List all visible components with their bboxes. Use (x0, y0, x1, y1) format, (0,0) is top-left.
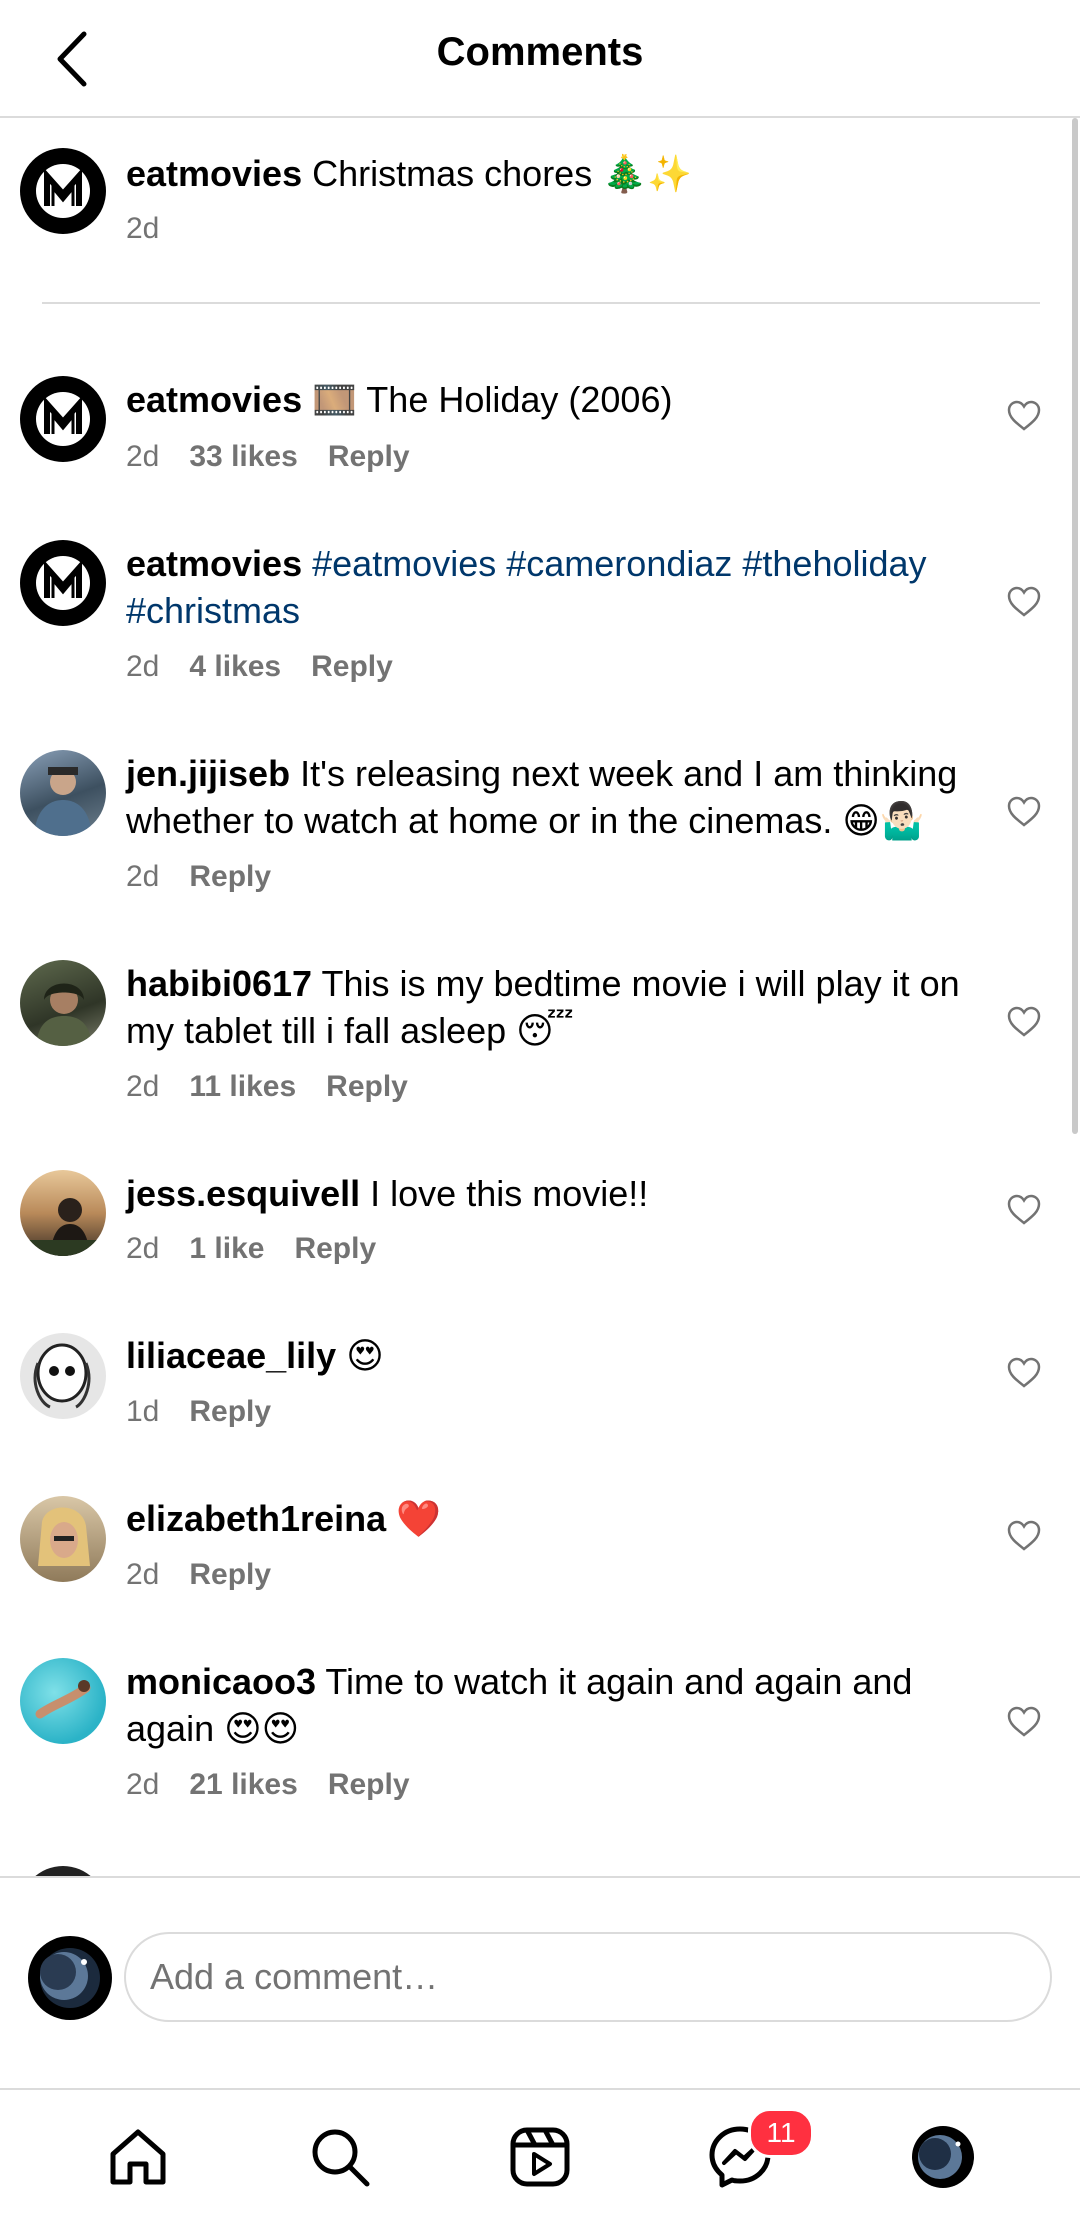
username[interactable]: habibi0617 (126, 963, 312, 1004)
timestamp: 2d (126, 212, 160, 245)
username[interactable]: liliaceae_lily (126, 1335, 336, 1376)
comment-meta: 2d (126, 212, 189, 246)
heart-icon[interactable] (1007, 400, 1041, 432)
avatar[interactable] (20, 1333, 106, 1419)
likes-count[interactable]: 33 likes (189, 440, 297, 473)
username[interactable]: eatmovies (126, 379, 302, 420)
username[interactable]: jen.jijiseb (126, 753, 290, 794)
current-user-avatar[interactable] (28, 1936, 112, 2020)
reply-button[interactable]: Reply (294, 1232, 376, 1265)
comment-text: jen.jijiseb It's releasing next week and… (126, 750, 976, 844)
heart-icon[interactable] (1007, 796, 1041, 828)
avatar[interactable] (20, 1496, 106, 1582)
comment-meta: 2d 11 likes Reply (126, 1070, 438, 1104)
timestamp: 2d (126, 1070, 160, 1103)
timestamp: 2d (126, 440, 160, 473)
username[interactable]: eatmovies (126, 543, 302, 584)
reply-button[interactable]: Reply (189, 1558, 271, 1591)
comment-text: monicaoo3 Time to watch it again and aga… (126, 1658, 976, 1752)
bottom-navigation (0, 2088, 1080, 2220)
comment-body: Christmas chores 🎄✨ (312, 153, 692, 194)
comment-text: elizabeth1reina ❤️ (126, 1495, 976, 1542)
avatar[interactable] (20, 1658, 106, 1744)
comment-text: habibi0617 This is my bedtime movie i wi… (126, 960, 976, 1054)
comment-meta: 2d 21 likes Reply (126, 1768, 440, 1802)
hashtag-link[interactable]: #theholiday (742, 543, 926, 584)
heart-icon[interactable] (1007, 586, 1041, 618)
username[interactable]: eatmovies (126, 153, 302, 194)
timestamp: 2d (126, 1768, 160, 1801)
scrollbar[interactable] (1072, 118, 1078, 1134)
timestamp: 2d (126, 860, 160, 893)
heart-icon[interactable] (1007, 1520, 1041, 1552)
avatar[interactable] (20, 148, 106, 234)
caption-text: eatmovies Christmas chores 🎄✨ (126, 150, 976, 197)
comment-text: liliaceae_lily 😍 (126, 1332, 976, 1379)
avatar[interactable] (20, 540, 106, 626)
heart-icon[interactable] (1007, 1357, 1041, 1389)
search-icon[interactable] (307, 2124, 373, 2190)
hashtag-link[interactable]: #eatmovies (312, 543, 496, 584)
likes-count[interactable]: 21 likes (189, 1768, 297, 1801)
page-title: Comments (436, 30, 644, 74)
username[interactable]: elizabeth1reina (126, 1498, 386, 1539)
username[interactable]: monicaoo3 (126, 1661, 316, 1702)
comment-meta: 2d 33 likes Reply (126, 440, 440, 474)
comment-input[interactable] (124, 1932, 1052, 2022)
comment-meta: 2d Reply (126, 860, 301, 894)
comment-text: jess.esquivell I love this movie!! (126, 1170, 976, 1217)
divider (42, 302, 1040, 304)
hashtag-link[interactable]: #camerondiaz (506, 543, 732, 584)
timestamp: 2d (126, 650, 160, 683)
reply-button[interactable]: Reply (328, 1768, 410, 1801)
avatar[interactable] (20, 1170, 106, 1256)
header: Comments (0, 0, 1080, 118)
timestamp: 1d (126, 1395, 160, 1428)
home-icon[interactable] (105, 2124, 171, 2190)
comment-meta: 2d 4 likes Reply (126, 650, 423, 684)
comment-meta: 1d Reply (126, 1395, 301, 1429)
likes-count[interactable]: 1 like (189, 1232, 264, 1265)
comment-meta: 2d Reply (126, 1558, 301, 1592)
reply-button[interactable]: Reply (328, 440, 410, 473)
avatar[interactable] (20, 960, 106, 1046)
avatar[interactable] (20, 376, 106, 462)
heart-icon[interactable] (1007, 1706, 1041, 1738)
heart-icon[interactable] (1007, 1006, 1041, 1038)
comment-body: 😍 (346, 1335, 384, 1376)
comment-meta: 2d 1 like Reply (126, 1232, 406, 1266)
reply-button[interactable]: Reply (326, 1070, 408, 1103)
likes-count[interactable]: 11 likes (189, 1070, 296, 1103)
reply-button[interactable]: Reply (189, 860, 271, 893)
comment-text: eatmovies #eatmovies #camerondiaz #theho… (126, 540, 976, 634)
hashtag-link[interactable]: #christmas (126, 590, 300, 631)
heart-icon[interactable] (1007, 1194, 1041, 1226)
reply-button[interactable]: Reply (311, 650, 393, 683)
comment-body: I love this movie!! (370, 1173, 649, 1214)
comment-body: 🎞️ The Holiday (2006) (312, 379, 673, 420)
timestamp: 2d (126, 1558, 160, 1591)
avatar[interactable] (20, 750, 106, 836)
username[interactable]: jess.esquivell (126, 1173, 360, 1214)
comment-text: eatmovies 🎞️ The Holiday (2006) (126, 376, 976, 423)
messages-badge: 11 (748, 2108, 814, 2158)
reels-icon[interactable] (507, 2124, 573, 2190)
reply-button[interactable]: Reply (189, 1395, 271, 1428)
likes-count[interactable]: 4 likes (189, 650, 281, 683)
timestamp: 2d (126, 1232, 160, 1265)
comment-body: ❤️ (396, 1498, 441, 1539)
profile-avatar-icon[interactable] (910, 2124, 976, 2190)
